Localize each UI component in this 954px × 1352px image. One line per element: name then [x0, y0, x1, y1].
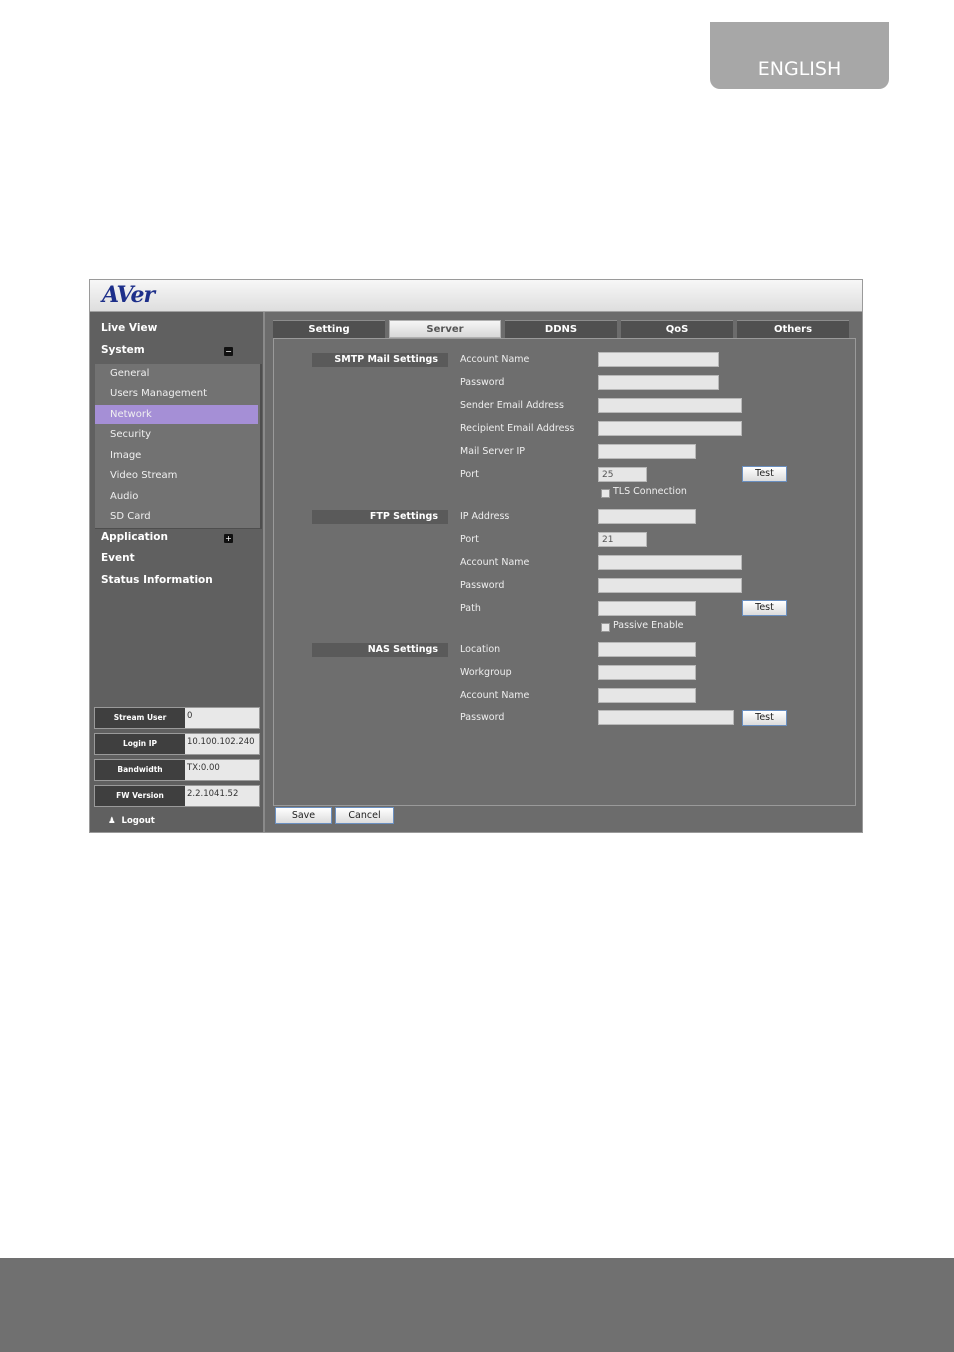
stream-user-box: Stream User 0: [94, 707, 260, 729]
nas-section-title: NAS Settings: [312, 643, 448, 657]
logout-label: Logout: [121, 816, 155, 826]
smtp-section-title: SMTP Mail Settings: [312, 353, 448, 367]
sidebar-item-security[interactable]: Security: [95, 425, 258, 444]
sidebar-item-sd-card[interactable]: SD Card: [95, 507, 258, 526]
nav-event[interactable]: Event: [101, 552, 135, 564]
tab-ddns[interactable]: DDNS: [505, 320, 617, 338]
smtp-sender-input[interactable]: [598, 398, 742, 413]
ftp-port-input[interactable]: [598, 532, 647, 547]
smtp-password-label: Password: [460, 377, 505, 388]
ftp-port-label: Port: [460, 534, 479, 545]
ftp-ip-input[interactable]: [598, 509, 696, 524]
expand-icon[interactable]: +: [224, 534, 233, 543]
smtp-account-label: Account Name: [460, 354, 530, 365]
ftp-path-input[interactable]: [598, 601, 696, 616]
ftp-password-label: Password: [460, 580, 505, 591]
collapse-icon[interactable]: −: [224, 347, 233, 356]
smtp-recipient-input[interactable]: [598, 421, 742, 436]
user-icon: ♟: [108, 816, 116, 826]
passive-label: Passive Enable: [613, 620, 684, 631]
sidebar-item-video-stream[interactable]: Video Stream: [95, 466, 258, 485]
nas-workgroup-label: Workgroup: [460, 667, 512, 678]
nas-workgroup-input[interactable]: [598, 665, 696, 680]
language-tab: ENGLISH: [710, 22, 889, 89]
app-header: AVer: [90, 280, 862, 312]
ftp-test-button[interactable]: Test: [742, 600, 787, 616]
info-value: TX:0.00: [185, 760, 259, 780]
page-footer-bar: [0, 1258, 954, 1352]
info-value: 2.2.1041.52: [185, 786, 259, 806]
tls-checkbox[interactable]: [601, 489, 610, 498]
tab-qos[interactable]: QoS: [621, 320, 733, 338]
nas-test-button[interactable]: Test: [742, 710, 787, 726]
smtp-server-ip-input[interactable]: [598, 444, 696, 459]
smtp-test-button[interactable]: Test: [742, 466, 787, 482]
nas-password-label: Password: [460, 712, 505, 723]
info-label: Login IP: [122, 739, 158, 748]
tab-server[interactable]: Server: [389, 320, 501, 338]
nav-system[interactable]: System: [101, 344, 145, 356]
info-label: Bandwidth: [117, 765, 163, 774]
ftp-account-input[interactable]: [598, 555, 742, 570]
sidebar-item-users-management[interactable]: Users Management: [95, 384, 258, 403]
nas-location-input[interactable]: [598, 642, 696, 657]
info-value: 10.100.102.240: [185, 734, 259, 754]
nas-account-input[interactable]: [598, 688, 696, 703]
ftp-account-label: Account Name: [460, 557, 530, 568]
system-submenu: General Users Management Network Securit…: [95, 364, 262, 529]
info-label: Stream User: [113, 713, 167, 722]
fw-version-box: FW Version 2.2.1041.52: [94, 785, 260, 807]
tab-others[interactable]: Others: [737, 320, 849, 338]
save-button[interactable]: Save: [275, 807, 332, 824]
aver-logo: AVer: [102, 282, 155, 308]
nas-account-label: Account Name: [460, 690, 530, 701]
bandwidth-box: Bandwidth TX:0.00: [94, 759, 260, 781]
info-label: FW Version: [116, 791, 164, 800]
smtp-account-input[interactable]: [598, 352, 719, 367]
ftp-password-input[interactable]: [598, 578, 742, 593]
info-value: 0: [185, 708, 259, 728]
smtp-port-input[interactable]: [598, 467, 647, 482]
nav-status-information[interactable]: Status Information: [101, 574, 213, 586]
smtp-server-ip-label: Mail Server IP: [460, 446, 526, 457]
sidebar-item-network[interactable]: Network: [95, 405, 258, 424]
cancel-button[interactable]: Cancel: [335, 807, 394, 824]
sidebar-item-general[interactable]: General: [95, 364, 258, 383]
sidebar-item-audio[interactable]: Audio: [95, 487, 258, 506]
smtp-sender-label: Sender Email Address: [460, 400, 564, 411]
smtp-password-input[interactable]: [598, 375, 719, 390]
tab-setting[interactable]: Setting: [273, 320, 385, 338]
sidebar-item-image[interactable]: Image: [95, 446, 258, 465]
smtp-recipient-label: Recipient Email Address: [460, 423, 575, 434]
server-settings-panel: SMTP Mail Settings Account Name Password…: [273, 338, 856, 806]
ftp-ip-label: IP Address: [460, 511, 510, 522]
logout-link[interactable]: ♟ Logout: [108, 816, 155, 826]
tls-label: TLS Connection: [613, 486, 687, 497]
camera-web-ui: AVer Live View System − General Users Ma…: [89, 279, 863, 833]
login-ip-box: Login IP 10.100.102.240: [94, 733, 260, 755]
nas-location-label: Location: [460, 644, 501, 655]
ftp-section-title: FTP Settings: [312, 510, 448, 524]
ftp-path-label: Path: [460, 603, 481, 614]
sidebar: Live View System − General Users Managem…: [90, 312, 265, 832]
smtp-port-label: Port: [460, 469, 479, 480]
nas-password-input[interactable]: [598, 710, 734, 725]
passive-checkbox[interactable]: [601, 623, 610, 632]
nav-live-view[interactable]: Live View: [101, 322, 157, 334]
nav-application[interactable]: Application: [101, 531, 168, 543]
